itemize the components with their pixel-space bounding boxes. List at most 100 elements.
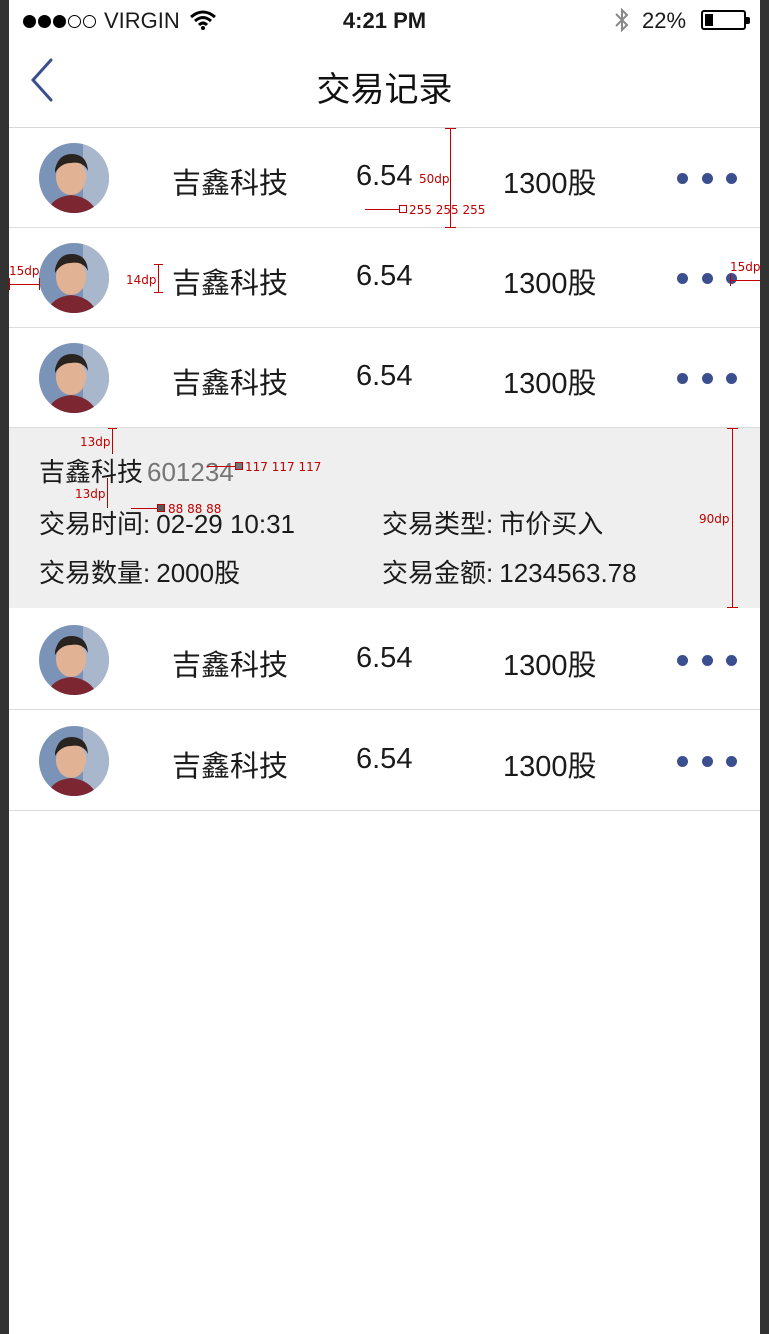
detail-amount-value: 1234563.78 <box>499 558 637 588</box>
stock-price: 6.54 <box>356 260 413 292</box>
annotation-line <box>39 278 40 290</box>
trade-detail-panel: 吉鑫科技 601234 交易时间: 02-29 10:31 交易类型: 市价买入 交易… <box>9 428 760 608</box>
battery-icon <box>701 10 750 30</box>
more-options-button[interactable] <box>677 751 737 771</box>
detail-type: 交易类型: 市价买入 <box>382 504 603 541</box>
more-dot-icon <box>677 372 688 384</box>
stock-price: 6.54 <box>356 642 413 674</box>
detail-stock-code: 601234 <box>147 457 234 487</box>
trade-row[interactable]: 吉鑫科技 6.54 1300股 <box>9 228 760 328</box>
stock-price: 6.54 <box>356 743 413 775</box>
page-title: 交易记录 <box>316 71 453 109</box>
annotation-left-padding: 15dp <box>9 264 40 278</box>
detail-type-value: 市价买入 <box>499 509 604 539</box>
avatar <box>39 243 109 313</box>
annotation-line <box>730 274 731 286</box>
annotation-line <box>154 264 163 265</box>
annotation-line <box>445 128 456 129</box>
more-options-button[interactable] <box>677 368 737 388</box>
more-dot-icon <box>701 172 713 184</box>
app-screen: VIRGIN 4:21 PM 22% 交易记录 吉鑫科技 6.54 1300股 … <box>9 0 760 1334</box>
annotation-line <box>154 292 163 293</box>
annotation-detail-gap: 13dp <box>75 487 106 501</box>
stock-quantity: 1300股 <box>503 751 597 783</box>
stock-quantity: 1300股 <box>503 168 597 200</box>
annotation-line <box>365 209 399 210</box>
stock-quantity: 1300股 <box>503 650 597 682</box>
annotation-line <box>727 607 738 608</box>
detail-quantity-label: 交易数量: <box>39 558 151 588</box>
trade-row[interactable]: 吉鑫科技 6.54 1300股 <box>9 711 760 811</box>
annotation-swatch <box>235 462 243 470</box>
annotation-line <box>108 428 117 429</box>
annotation-avatar-gap: 14dp <box>126 273 157 287</box>
more-dot-icon <box>726 755 737 767</box>
annotation-line <box>158 264 159 293</box>
stock-quantity: 1300股 <box>503 368 597 400</box>
annotation-text-color: 88 88 88 <box>168 502 222 516</box>
battery-level <box>705 14 713 26</box>
stock-quantity: 1300股 <box>503 268 597 300</box>
more-dot-icon <box>677 654 688 666</box>
stock-price: 6.54 <box>356 360 413 392</box>
annotation-row-bg: 255 255 255 <box>409 203 486 217</box>
nav-bar: 交易记录 <box>9 40 760 128</box>
status-bar: VIRGIN 4:21 PM 22% <box>9 0 760 40</box>
annotation-swatch <box>399 205 407 213</box>
stock-name: 吉鑫科技 <box>172 368 289 400</box>
more-dot-icon <box>701 755 713 767</box>
trade-row[interactable]: 吉鑫科技 6.54 1300股 <box>9 610 760 710</box>
detail-quantity-value: 2000股 <box>156 558 241 588</box>
annotation-line <box>9 278 10 290</box>
avatar <box>39 143 109 213</box>
annotation-line <box>131 508 157 509</box>
detail-time-label: 交易时间: <box>39 509 151 539</box>
annotation-row-height: 50dp <box>419 172 450 186</box>
detail-amount: 交易金额: 1234563.78 <box>382 553 637 590</box>
bluetooth-icon <box>615 7 629 33</box>
more-dot-icon <box>726 272 737 284</box>
detail-amount-label: 交易金额: <box>382 558 494 588</box>
trade-row[interactable]: 吉鑫科技 6.54 1300股 <box>9 128 760 228</box>
more-dot-icon <box>726 654 737 666</box>
annotation-line <box>112 428 113 454</box>
annotation-swatch <box>157 504 165 512</box>
more-dot-icon <box>701 272 713 284</box>
detail-type-label: 交易类型: <box>382 509 494 539</box>
avatar <box>39 625 109 695</box>
more-dot-icon <box>701 372 713 384</box>
detail-title: 吉鑫科技 601234 <box>39 452 234 489</box>
more-dot-icon <box>677 172 688 184</box>
annotation-line <box>727 428 738 429</box>
more-dot-icon <box>726 372 737 384</box>
detail-quantity: 交易数量: 2000股 <box>39 553 240 590</box>
avatar <box>39 343 109 413</box>
stock-name: 吉鑫科技 <box>172 650 289 682</box>
annotation-line <box>732 428 733 608</box>
more-options-button[interactable] <box>677 168 737 188</box>
stock-name: 吉鑫科技 <box>172 168 289 200</box>
annotation-line <box>445 227 456 228</box>
annotation-line <box>207 466 235 467</box>
more-options-button[interactable] <box>677 268 737 288</box>
more-dot-icon <box>726 172 737 184</box>
battery-nub <box>746 17 750 24</box>
detail-stock-name: 吉鑫科技 <box>39 457 144 487</box>
annotation-detail-height: 90dp <box>699 512 730 526</box>
more-dot-icon <box>677 755 688 767</box>
annotation-code-color: 117 117 117 <box>245 460 322 474</box>
annotation-right-padding: 15dp <box>730 260 760 274</box>
annotation-line <box>730 280 760 281</box>
stock-name: 吉鑫科技 <box>172 268 289 300</box>
stock-name: 吉鑫科技 <box>172 751 289 783</box>
battery-percent: 22% <box>642 8 687 33</box>
avatar <box>39 726 109 796</box>
more-dot-icon <box>701 654 713 666</box>
more-dot-icon <box>677 272 688 284</box>
annotation-line <box>9 284 39 285</box>
more-options-button[interactable] <box>677 650 737 670</box>
stock-price: 6.54 <box>356 160 413 192</box>
annotation-detail-top: 13dp <box>80 435 111 449</box>
trade-row[interactable]: 吉鑫科技 6.54 1300股 <box>9 328 760 428</box>
annotation-line <box>107 478 108 508</box>
